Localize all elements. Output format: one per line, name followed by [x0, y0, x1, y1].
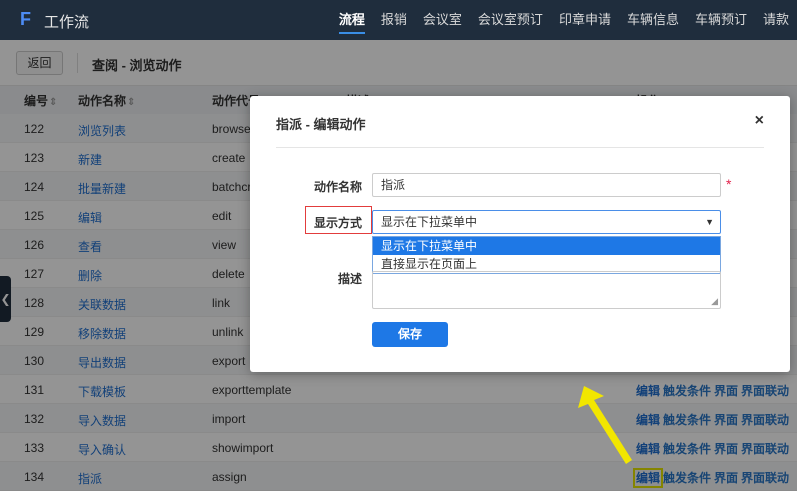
nav-item-payment-request[interactable]: 请款 — [755, 0, 797, 40]
display-mode-label: 显示方式 — [313, 216, 362, 230]
annotation-arrow-icon — [578, 386, 632, 464]
nav-item-reimburse[interactable]: 报销 — [373, 0, 415, 40]
dialog-title: 指派 - 编辑动作 — [276, 117, 366, 132]
display-mode-value: 显示在下拉菜单中 — [381, 215, 478, 229]
nav-item-meeting-booking[interactable]: 会议室预订 — [470, 0, 551, 40]
app-title[interactable]: 工作流 — [44, 11, 89, 32]
save-button[interactable]: 保存 — [372, 322, 448, 347]
description-textarea[interactable]: ◢ — [372, 271, 721, 309]
chevron-down-icon[interactable]: ▼ — [705, 211, 714, 233]
display-mode-select[interactable]: 显示在下拉菜单中 ▼ — [372, 210, 721, 234]
dialog-divider — [276, 147, 764, 148]
resize-handle-icon[interactable]: ◢ — [711, 296, 718, 307]
required-marker: * — [726, 176, 732, 192]
nav-item-process[interactable]: 流程 — [331, 0, 373, 40]
action-name-input[interactable]: 指派 — [372, 173, 721, 197]
app-logo-icon[interactable]: F — [20, 9, 31, 30]
top-navbar: F 工作流 流程 报销 会议室 会议室预订 印章申请 车辆信息 车辆预订 请款 — [0, 0, 797, 40]
main-nav: 流程 报销 会议室 会议室预订 印章申请 车辆信息 车辆预订 请款 — [331, 0, 797, 40]
close-icon[interactable]: × — [755, 112, 764, 130]
edit-action-dialog: 指派 - 编辑动作 × 动作名称 指派 * 显示方式 显示在下拉菜单中 ▼ 显示… — [250, 96, 790, 372]
nav-item-meeting-room[interactable]: 会议室 — [415, 0, 470, 40]
description-label: 描述 — [337, 272, 362, 286]
nav-item-vehicle-info[interactable]: 车辆信息 — [619, 0, 687, 40]
nav-item-vehicle-booking[interactable]: 车辆预订 — [687, 0, 755, 40]
display-mode-dropdown: 显示在下拉菜单中 直接显示在页面上 — [372, 236, 721, 274]
nav-item-seal-request[interactable]: 印章申请 — [551, 0, 619, 40]
option-dropdown-menu[interactable]: 显示在下拉菜单中 — [373, 237, 720, 255]
action-name-label: 动作名称 — [313, 180, 362, 194]
